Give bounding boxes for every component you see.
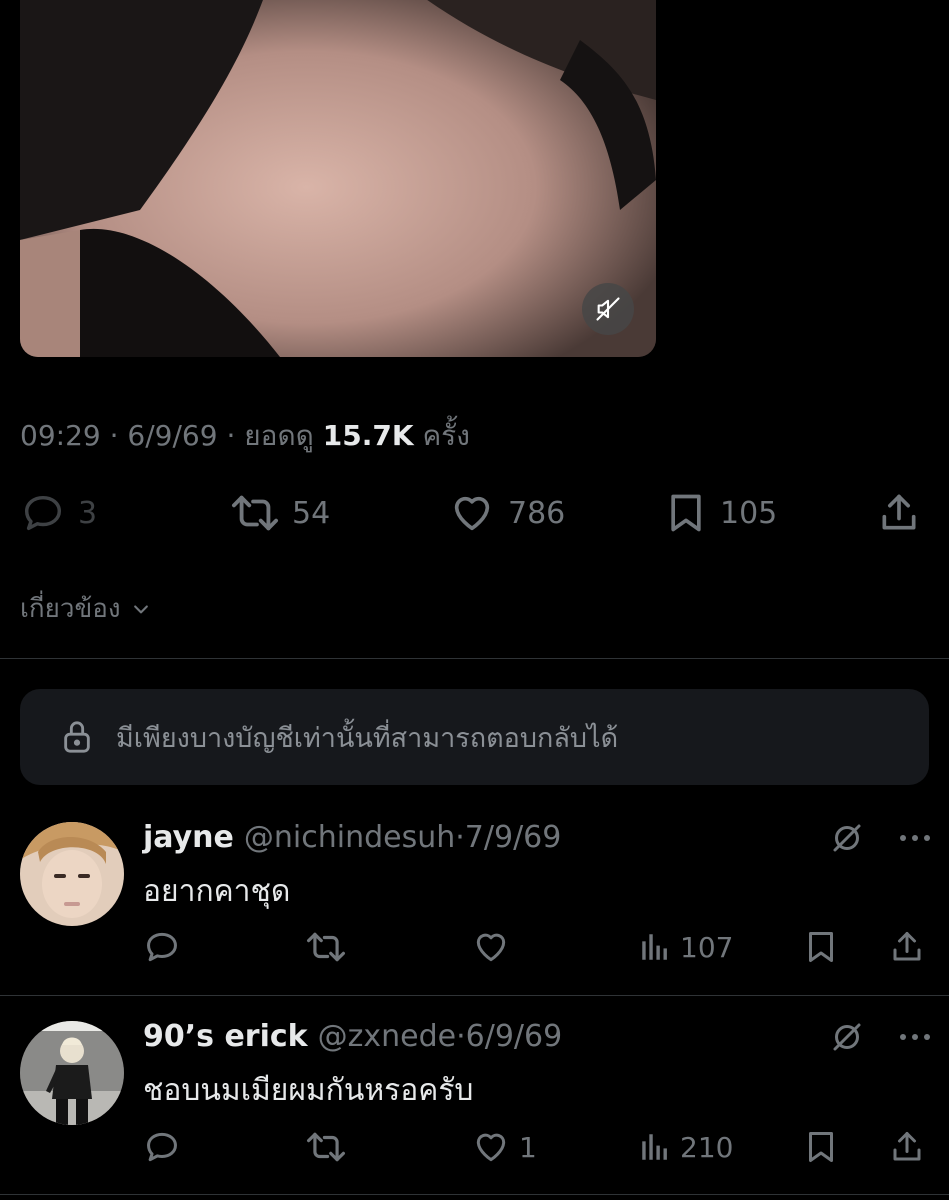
views-count[interactable]: 15.7K — [323, 419, 414, 452]
reply-divider — [0, 1194, 949, 1195]
reply-restriction-text: มีเพียงบางบัญชีเท่านั้นที่สามารถตอบกลับไ… — [116, 722, 619, 754]
tweet-meta: 09:29 · 6/9/69 · ยอดดู 15.7K ครั้ง — [20, 419, 470, 452]
speaker-muted-icon — [596, 297, 620, 321]
reply-date[interactable]: 7/9/69 — [465, 820, 562, 855]
avatar[interactable] — [20, 1021, 124, 1125]
bookmark-icon — [809, 932, 833, 962]
speech-bubble-icon — [147, 932, 177, 962]
reply-like-button[interactable] — [471, 925, 519, 969]
related-label: เกี่ยวข้อง — [20, 594, 121, 624]
reply-text: ชอบนมเมียผมกันหรอครับ — [143, 1073, 474, 1108]
reply-divider — [0, 995, 949, 996]
reply-bookmark-button[interactable] — [803, 1125, 839, 1169]
video-player[interactable] — [20, 0, 656, 357]
reply-tools — [829, 1019, 931, 1055]
bar-chart-icon — [642, 1134, 667, 1160]
reply-action-bar: 107 — [143, 925, 929, 969]
bar-chart-icon — [642, 934, 667, 960]
reply-retweet-button[interactable] — [305, 925, 347, 969]
heart-icon — [476, 933, 506, 962]
views-prefix: ยอดดู — [244, 419, 314, 452]
reply-views-button[interactable]: 210 — [638, 1125, 733, 1169]
reply-author-handle[interactable]: @nichindesuh — [244, 820, 455, 855]
tweet-action-bar: 3 54 786 105 — [20, 486, 925, 540]
bookmark-button[interactable]: 105 — [664, 486, 777, 540]
chevron-down-icon — [133, 604, 148, 613]
lock-icon — [60, 718, 94, 756]
reply-reply-button[interactable] — [143, 1125, 181, 1169]
share-icon — [882, 494, 916, 530]
reply-author-name[interactable]: 90’s erick — [143, 1019, 308, 1054]
reply-views-button[interactable]: 107 — [638, 925, 733, 969]
reply-date[interactable]: 6/9/69 — [466, 1019, 563, 1054]
reply-author-handle[interactable]: @zxnede — [318, 1019, 456, 1054]
reply-restriction-notice: มีเพียงบางบัญชีเท่านั้นที่สามารถตอบกลับไ… — [20, 689, 929, 785]
reply-like-count: 1 — [519, 1130, 537, 1164]
reply-header: jayne @nichindesuh · 7/9/69 — [143, 820, 562, 855]
reply-bookmark-button[interactable] — [803, 925, 839, 969]
mute-button[interactable] — [582, 283, 634, 335]
slash-circle-icon[interactable] — [829, 1019, 865, 1055]
like-count: 786 — [508, 495, 566, 531]
retweet-icon — [307, 1132, 345, 1162]
reply-reply-button[interactable] — [143, 925, 181, 969]
reply-retweet-button[interactable] — [305, 1125, 347, 1169]
reply-author-name[interactable]: jayne — [143, 820, 234, 855]
share-icon — [893, 1132, 921, 1161]
retweet-icon — [307, 932, 345, 962]
reply-button[interactable]: 3 — [20, 486, 97, 540]
retweet-button[interactable]: 54 — [230, 486, 330, 540]
tweet-time: 09:29 — [20, 419, 101, 452]
retweet-count: 54 — [292, 495, 331, 531]
video-frame — [20, 0, 656, 357]
reply-tools — [829, 820, 931, 856]
views-suffix: ครั้ง — [422, 419, 470, 452]
reply-like-button[interactable]: 1 — [471, 1125, 537, 1169]
heart-icon — [476, 1133, 506, 1162]
reply-action-bar: 1 210 — [143, 1125, 929, 1169]
reply-views-count: 210 — [680, 1130, 734, 1164]
more-dots-icon[interactable] — [899, 1032, 931, 1042]
bookmark-icon — [809, 1132, 833, 1162]
share-button[interactable] — [877, 486, 921, 540]
reply-share-button[interactable] — [889, 925, 925, 969]
tweet-date: 6/9/69 — [127, 419, 218, 452]
like-button[interactable]: 786 — [448, 486, 565, 540]
speech-bubble-icon — [24, 495, 62, 531]
retweet-icon — [232, 495, 279, 531]
avatar[interactable] — [20, 822, 124, 926]
reply-header: 90’s erick @zxnede · 6/9/69 — [143, 1019, 563, 1054]
share-icon — [893, 932, 921, 961]
tweet-detail-page: 09:29 · 6/9/69 · ยอดดู 15.7K ครั้ง 3 54 … — [0, 0, 949, 1200]
section-divider — [0, 658, 949, 659]
reply-text: อยากคาชุด — [143, 874, 291, 909]
more-dots-icon[interactable] — [899, 833, 931, 843]
reply-count: 3 — [78, 495, 98, 531]
reply-share-button[interactable] — [889, 1125, 925, 1169]
bookmark-icon — [671, 494, 701, 532]
heart-icon — [454, 496, 490, 531]
bookmark-count: 105 — [720, 495, 778, 531]
slash-circle-icon[interactable] — [829, 820, 865, 856]
reply-views-count: 107 — [680, 930, 734, 964]
speech-bubble-icon — [147, 1132, 177, 1162]
related-toggle[interactable]: เกี่ยวข้อง — [20, 588, 151, 629]
